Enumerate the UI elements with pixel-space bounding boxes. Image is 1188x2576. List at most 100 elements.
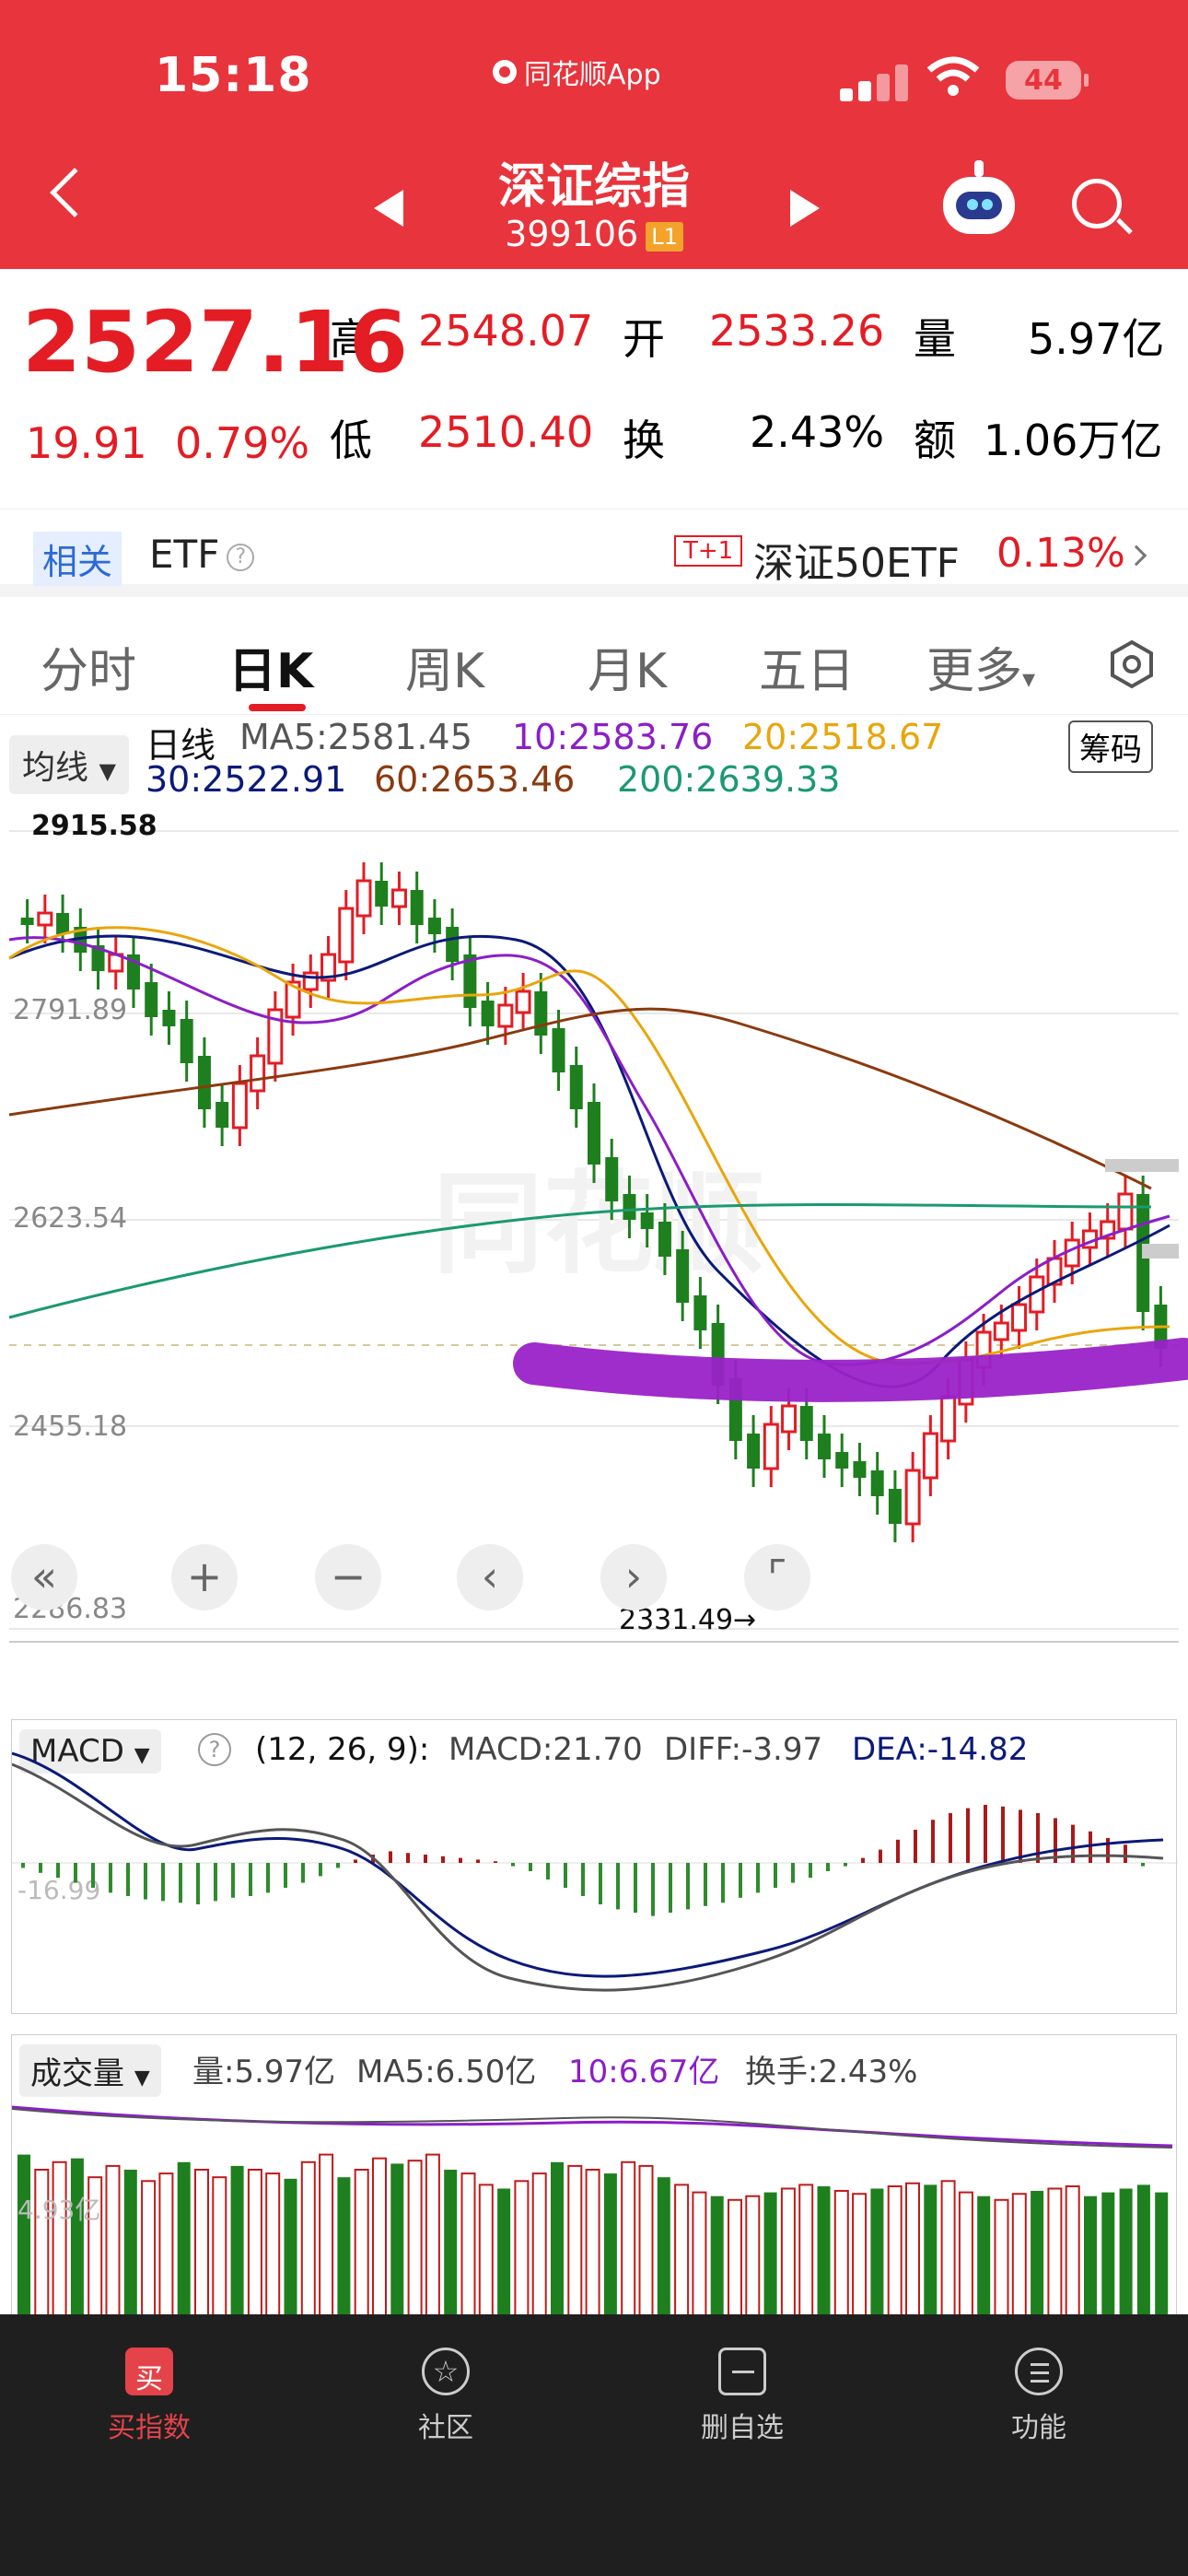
volume-bar [52,2160,67,2322]
volume-bar [924,2184,938,2321]
nav-buy-index[interactable]: 买买指数 [57,2333,241,2445]
y-label-3: 2455.18 [13,1411,127,1443]
volume-bar [905,2182,920,2322]
nav-community[interactable]: ☆ 社区 [354,2333,538,2445]
rewind-button[interactable]: « [11,1544,77,1610]
t1-badge: T+1 [674,535,743,567]
battery-icon: 44 [1006,61,1089,100]
volume-bar [425,2153,440,2322]
ma20-value: 20:2518.67 [742,717,944,757]
candle-body [747,1434,761,1469]
candle-body [623,1194,636,1220]
pan-right-button[interactable]: › [600,1544,667,1610]
volume-bar [887,2185,903,2322]
kline-chart[interactable]: 同花顺 2915.58 2791.89 2623.54 2455.18 2286… [0,802,1188,1649]
volume-bar [158,2172,174,2322]
indicator-selector[interactable]: 均线 ▼ [9,735,129,794]
volume-bar [1065,2185,1080,2322]
volume-bar [1119,2188,1133,2321]
volume-bar [817,2186,831,2321]
nav-functions-label: 功能 [1011,2412,1066,2444]
volume-bar [497,2188,511,2321]
fullscreen-button[interactable]: ⌜ [744,1544,810,1610]
candle-body [302,971,319,991]
change-value: 19.91 [26,418,147,468]
candle-body [1117,1192,1134,1231]
candle-body [497,1003,514,1028]
volume-bar [319,2153,334,2322]
assistant-robot-icon[interactable] [943,160,1015,234]
volume-bar [728,2198,742,2322]
volume-bar [994,2198,1009,2322]
volume-bar [70,2158,84,2321]
candle-body [338,907,355,964]
high-value: 2548.07 [418,306,594,356]
stock-code-text: 399106 [505,214,639,254]
next-stock-icon[interactable] [790,190,820,227]
turnover-value: 2.43% [750,407,885,457]
candle-body [375,881,389,907]
candle-body [37,911,53,927]
macd-panel[interactable]: MACD ▼ ? (12, 26, 9): MACD:21.70 DIFF:-3… [11,1719,1178,2014]
ma10-value: 10:2583.76 [512,717,714,757]
candle-body [197,1056,211,1109]
candle-body [355,879,372,918]
candle-body [569,1065,583,1109]
volume-bar [940,2180,956,2322]
tab-intraday[interactable]: 分时 [41,632,136,701]
volume-bar [105,2164,121,2322]
volume-bar [212,2176,227,2322]
candle-body [940,1395,957,1443]
level-badge: L1 [646,221,683,252]
caret-down-icon: ▼ [99,758,116,784]
help-icon[interactable]: ? [227,543,255,571]
high-marker: 2915.58 [31,810,157,842]
nav-functions[interactable]: 功能 [947,2333,1131,2445]
chart-edge-mark [1105,1159,1179,1172]
candle-body [835,1452,849,1469]
candle-body [818,1434,831,1459]
tab-weekly-k[interactable]: 周K [405,632,484,701]
nav-remove-watchlist[interactable]: 删自选 [650,2333,834,2445]
volume-panel[interactable]: 成交量 ▼ 量:5.97亿 MA5:6.50亿 10:6.67亿 换手:2.43… [11,2034,1177,2329]
amount-label: 额 [914,416,956,465]
volume-bar [585,2169,600,2322]
volume-bar [407,2160,423,2322]
pan-left-button[interactable]: ‹ [457,1544,523,1610]
volume-bar [265,2172,281,2322]
zoom-out-button[interactable]: − [315,1544,381,1610]
candle-body [162,1010,176,1026]
volume-bar [692,2191,707,2322]
tab-monthly-k[interactable]: 月K [588,632,667,701]
settings-hexagon-icon[interactable] [1107,639,1157,689]
low-label: 低 [330,416,372,465]
low-value: 2510.40 [418,407,594,457]
related-etf-row[interactable]: 相关 ETF? T+1 深证50ETF 0.13% [0,509,1188,597]
purple-highlight-stroke [513,1338,1188,1402]
candle-body [56,913,70,934]
candle-body [427,918,441,934]
volume-bar [1011,2193,1027,2322]
candle-body [993,1321,1009,1341]
vol-ma10-line [12,2105,1173,2148]
search-icon[interactable] [1072,179,1122,228]
zoom-in-button[interactable]: + [171,1544,238,1610]
buy-icon: 买 [125,2348,173,2395]
candle-body [215,1102,229,1128]
chip-distribution-button[interactable]: 筹码 [1068,720,1153,773]
volume-bar [390,2163,404,2321]
volume-bar [603,2173,617,2321]
tab-daily-k[interactable]: 日K [228,632,313,701]
caret-down-icon: ▾ [1022,663,1036,694]
tab-five-day[interactable]: 五日 [759,632,855,701]
tab-more[interactable]: 更多▾ [926,632,1035,701]
candle-body [231,1082,248,1130]
volume-bar [531,2172,547,2322]
candle-body [481,1001,495,1026]
volume-bar [354,2169,369,2322]
volume-bar [1047,2187,1063,2322]
volume-bar [17,2154,30,2321]
wifi-icon [926,56,980,96]
vol-ma5-line [12,2108,1173,2149]
app-indicator: 同花顺App [493,52,661,92]
